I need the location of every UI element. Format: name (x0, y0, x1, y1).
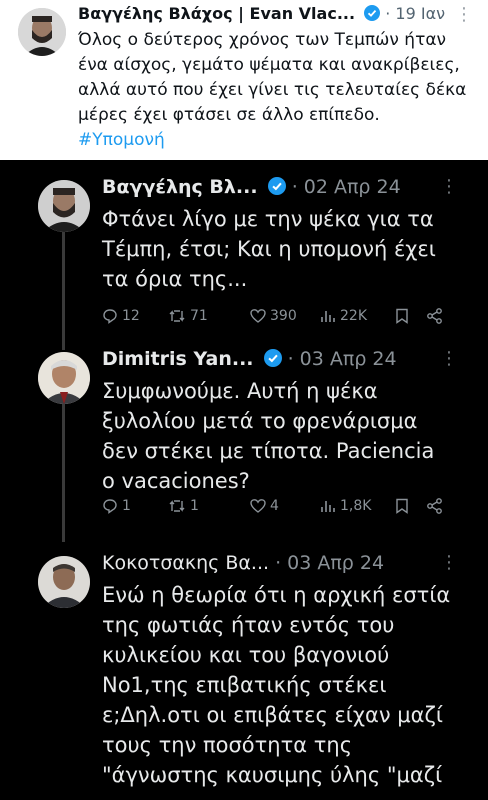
retweet-button[interactable]: 71 (168, 308, 208, 324)
quoted-thread-screenshot: Βαγγέλης Βλ... · 02 Απρ 24 ⋮ Φτάνει λίγο… (0, 160, 488, 800)
author-name[interactable]: Βαγγέλης Βλάχος | Evan Vlac... (78, 4, 355, 23)
bookmark-button[interactable] (394, 498, 410, 514)
tweet-date[interactable]: · 02 Απρ 24 (292, 176, 401, 198)
avatar[interactable] (38, 556, 90, 608)
more-options-icon[interactable]: ⋮ (440, 552, 458, 573)
avatar[interactable] (38, 352, 90, 404)
tweet-date[interactable]: · 19 Ιαν (385, 4, 445, 23)
tweet-date[interactable]: · 03 Απρ 24 (275, 552, 384, 574)
tweet-text: Ενώ η θεωρία ότι η αρχική εστία της φωτι… (102, 583, 451, 787)
views-count: 22K (340, 308, 367, 324)
tweet-header: Κοκοτσακης Βα... · 03 Απρ 24 (102, 552, 384, 574)
more-options-icon[interactable]: ⋮ (440, 348, 458, 369)
verified-icon (263, 349, 282, 367)
retweet-count: 1 (190, 498, 199, 514)
heart-icon (250, 499, 266, 513)
reply-icon (103, 309, 117, 324)
bookmark-button[interactable] (394, 308, 410, 324)
share-icon (427, 308, 442, 324)
tweet-header: Βαγγέλης Βλ... · 02 Απρ 24 (102, 176, 401, 198)
reply-count: 1 (122, 498, 131, 514)
retweet-button[interactable]: 1 (168, 498, 199, 514)
like-button[interactable]: 4 (250, 498, 279, 514)
bookmark-icon (396, 498, 408, 514)
views-count: 1,8K (340, 498, 372, 514)
tweet-text: Συμφωνούμε. Αυτή η ψέκα ξυλολίου μετά το… (102, 379, 435, 493)
author-name[interactable]: Βαγγέλης Βλ... (102, 176, 258, 198)
tweet-body: Όλος ο δεύτερος χρόνος των Τεμπών ήταν έ… (78, 30, 467, 125)
like-count: 4 (270, 498, 279, 514)
tweet-text: Φτάνει λίγο με την ψέκα για τα Τέμπη, έτ… (102, 207, 436, 291)
verified-icon (364, 5, 381, 21)
views-button[interactable]: 22K (320, 308, 367, 324)
tweet-actions: 12 71 390 22K (102, 308, 462, 332)
retweet-icon (169, 500, 185, 512)
heart-icon (250, 309, 266, 323)
thread-connector (62, 402, 65, 542)
avatar[interactable] (38, 180, 90, 232)
like-count: 390 (270, 308, 297, 324)
views-icon (321, 311, 335, 322)
reply-button[interactable]: 1 (102, 498, 131, 514)
reply-count: 12 (122, 308, 140, 324)
share-button[interactable] (426, 308, 444, 324)
reply-button[interactable]: 12 (102, 308, 140, 324)
avatar-image (18, 8, 66, 56)
retweet-count: 71 (190, 308, 208, 324)
avatar-image (38, 180, 90, 232)
views-button[interactable]: 1,8K (320, 498, 371, 514)
more-options-icon[interactable]: ⋮ (455, 4, 474, 25)
more-options-icon[interactable]: ⋮ (440, 176, 458, 197)
author-name[interactable]: Dimitris Yan... (102, 348, 254, 370)
tweet-text: Όλος ο δεύτερος χρόνος των Τεμπών ήταν έ… (78, 28, 478, 153)
like-button[interactable]: 390 (250, 308, 297, 324)
views-icon (321, 501, 335, 512)
share-button[interactable] (426, 498, 444, 514)
avatar-image (38, 556, 90, 608)
reply-icon (103, 499, 117, 514)
retweet-icon (169, 310, 185, 322)
avatar-image (38, 352, 90, 404)
thread-connector (62, 218, 65, 350)
hashtag-link[interactable]: #Υπομονή (78, 130, 165, 150)
verified-icon (267, 177, 286, 195)
tweet-header: Βαγγέλης Βλάχος | Evan Vlac... · 19 Ιαν (78, 4, 478, 28)
tweet-header: Dimitris Yan... · 03 Απρ 24 (102, 348, 397, 370)
author-name[interactable]: Κοκοτσακης Βα... (102, 552, 269, 574)
tweet-date[interactable]: · 03 Απρ 24 (288, 348, 397, 370)
bookmark-icon (396, 308, 408, 324)
tweet-actions: 1 1 4 1,8K (102, 498, 462, 522)
share-icon (427, 498, 442, 514)
avatar[interactable] (18, 8, 66, 56)
main-tweet[interactable]: Βαγγέλης Βλάχος | Evan Vlac... · 19 Ιαν … (0, 0, 488, 160)
